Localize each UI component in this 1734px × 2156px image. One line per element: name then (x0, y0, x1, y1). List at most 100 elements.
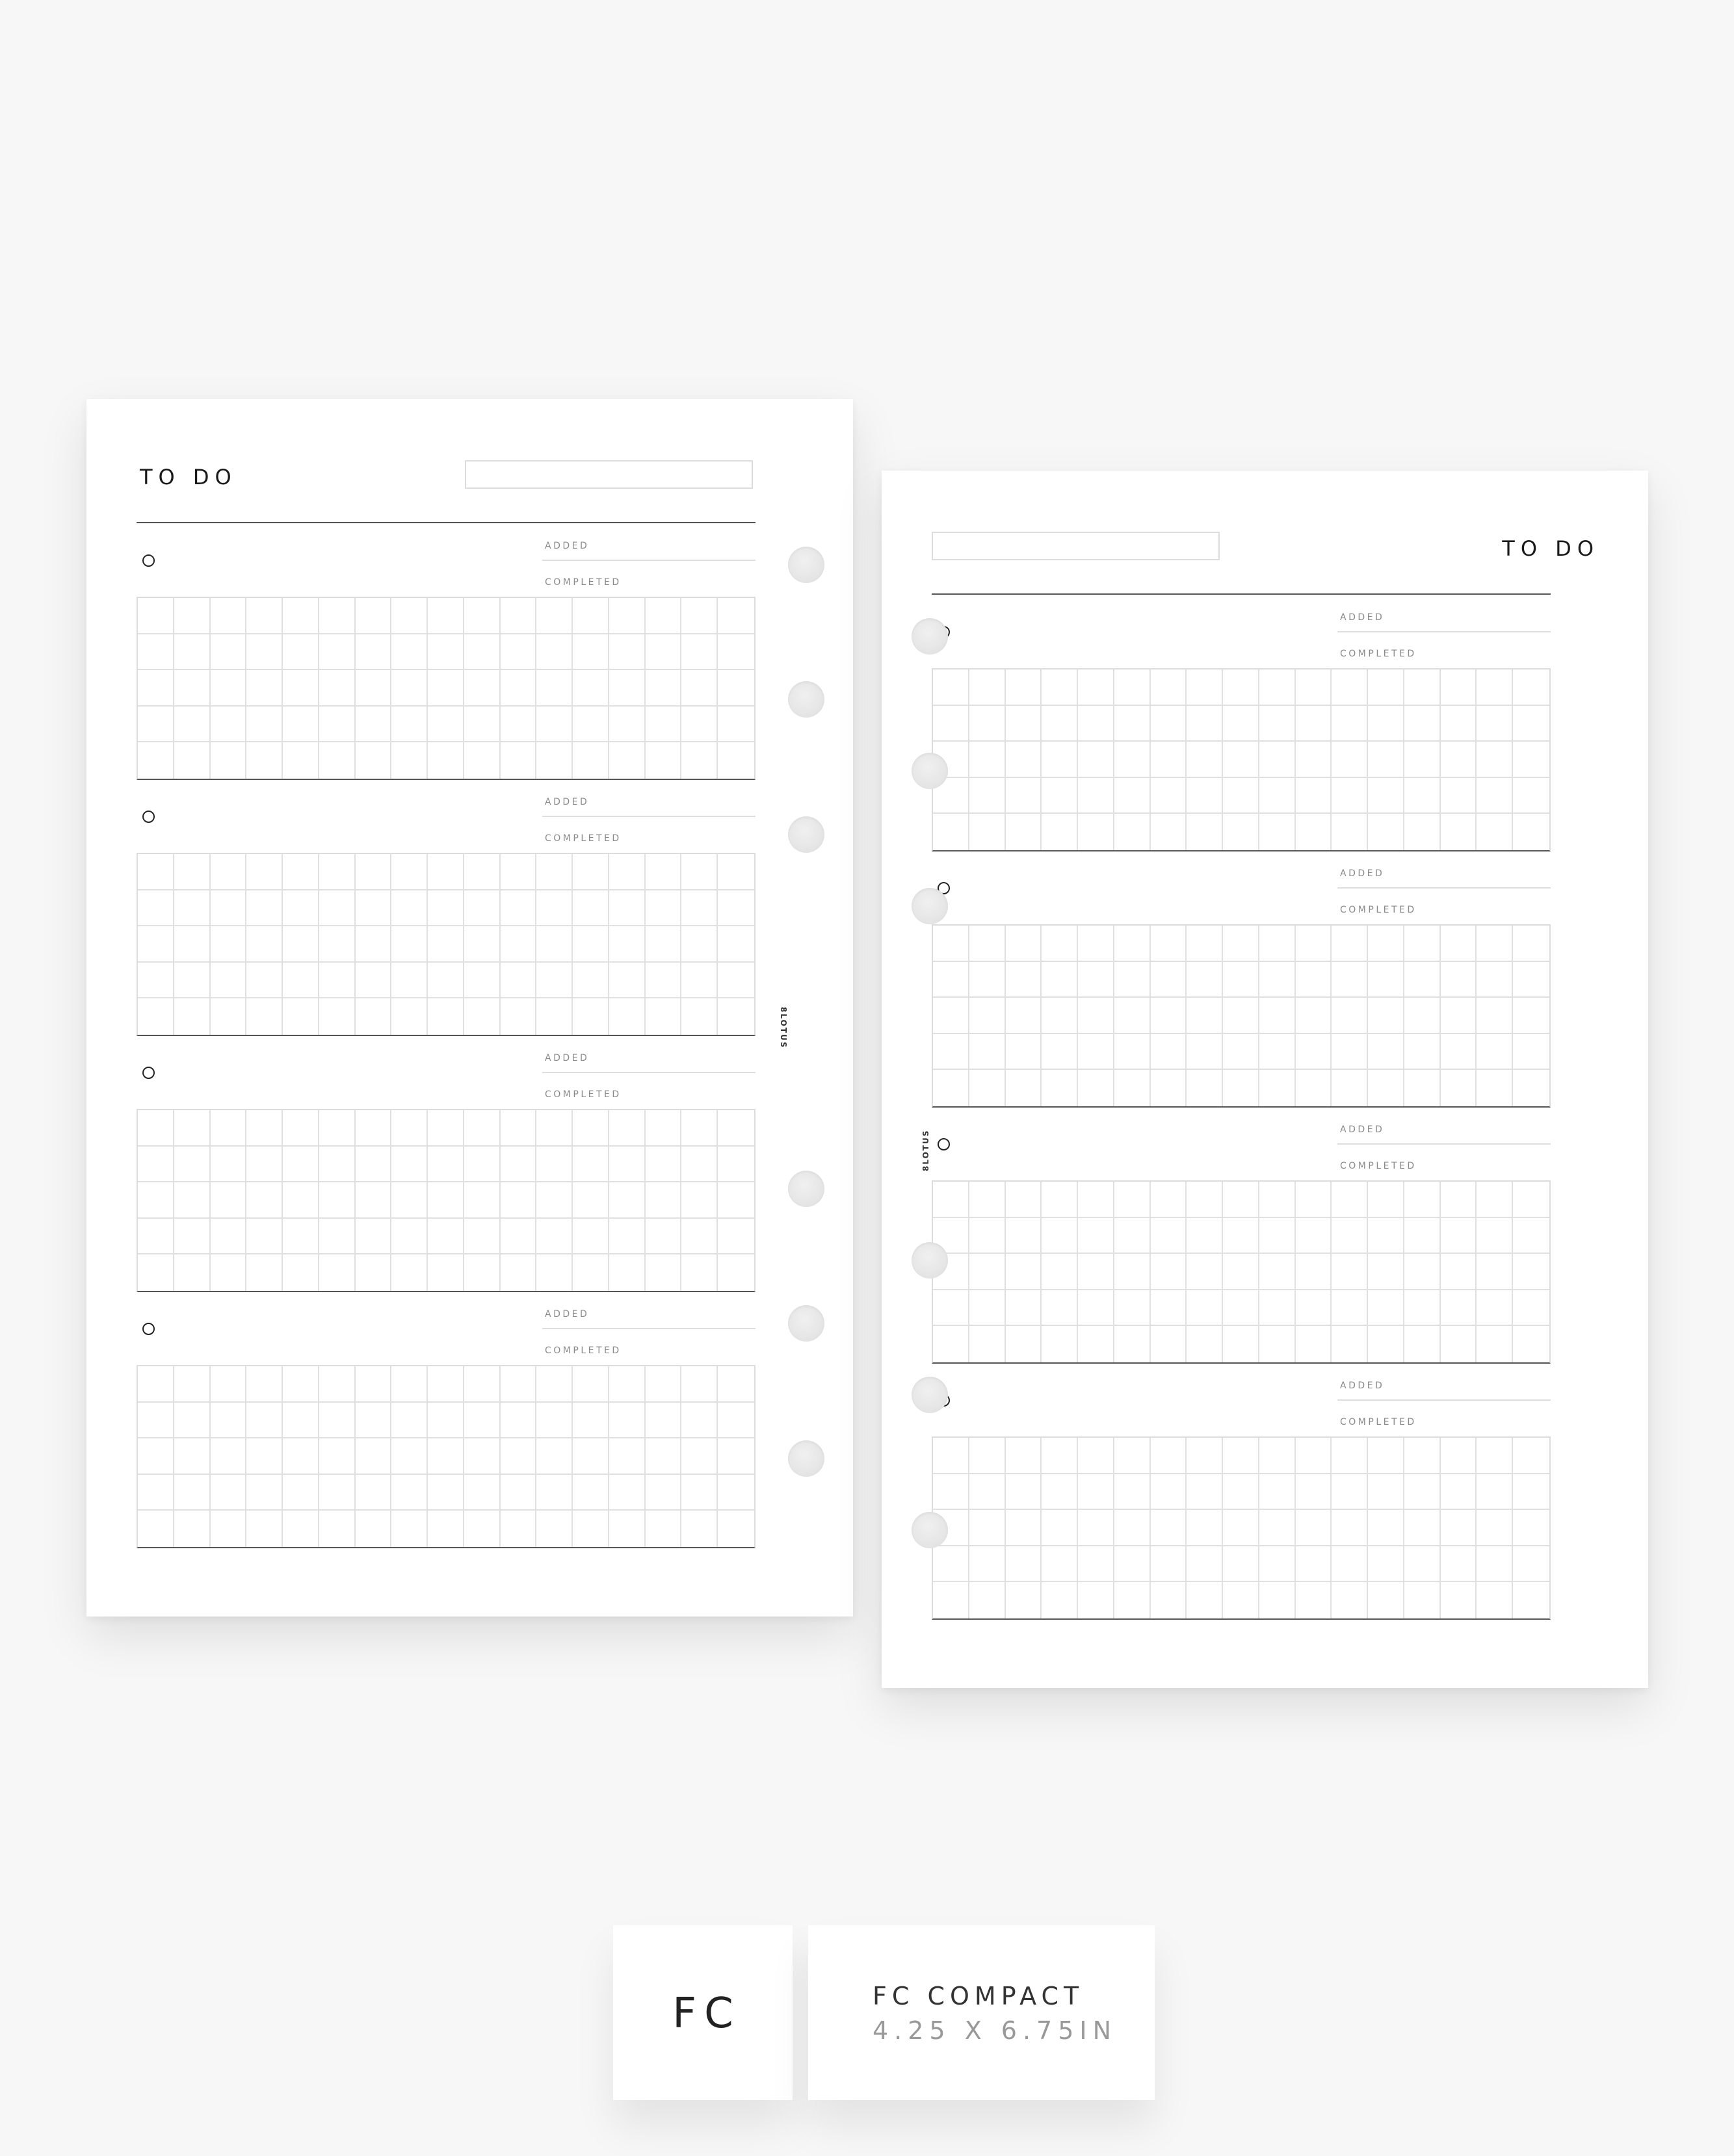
grid-cell (174, 670, 211, 707)
grid-cell (609, 1474, 646, 1511)
added-line[interactable] (542, 560, 755, 561)
grid-cell (283, 1146, 319, 1183)
notes-grid[interactable] (932, 1180, 1551, 1364)
added-line[interactable] (1337, 887, 1551, 889)
grid-cell (645, 706, 682, 743)
grid-cell (1477, 926, 1514, 962)
completed-label: COMPLETED (1340, 1161, 1417, 1171)
grid-cell (969, 742, 1006, 778)
grid-cell (391, 598, 428, 634)
grid-cell (1005, 1290, 1042, 1327)
grid-cell (718, 1219, 754, 1255)
grid-cell (718, 742, 754, 779)
grid-cell (609, 670, 646, 707)
grid-cell (246, 1366, 283, 1403)
grid-cell (246, 962, 283, 999)
grid-cell (718, 1438, 754, 1475)
grid-cell (609, 1146, 646, 1183)
grid-cell (1477, 1474, 1514, 1511)
grid-cell (1187, 1217, 1224, 1254)
grid-cell (283, 962, 319, 999)
grid-cell (1187, 1033, 1224, 1071)
grid-cell (138, 854, 174, 890)
planner-page-right: TO DO ADDED COMPLETED ADDED COMPLETED ADDED C… (882, 471, 1648, 1688)
grid-cell (681, 1182, 718, 1219)
completed-label: COMPLETED (545, 833, 622, 844)
grid-cell (1440, 777, 1477, 814)
notes-grid[interactable] (932, 668, 1551, 851)
task-checkbox[interactable] (142, 554, 155, 567)
grid-cell (391, 1182, 428, 1219)
grid-cell (609, 742, 646, 779)
grid-cell (1259, 1070, 1296, 1106)
grid-cell (1332, 961, 1369, 998)
grid-cell (1223, 961, 1259, 998)
task-checkbox[interactable] (142, 1067, 155, 1079)
notes-grid[interactable] (137, 597, 755, 780)
added-line[interactable] (1337, 1143, 1551, 1145)
grid-cell (1477, 705, 1514, 742)
grid-cell (283, 926, 319, 963)
grid-cell (1332, 777, 1369, 814)
added-line[interactable] (1337, 1399, 1551, 1401)
grid-cell (391, 1146, 428, 1183)
grid-cell (246, 1474, 283, 1511)
task-checkbox[interactable] (938, 1138, 950, 1150)
grid-cell (138, 1366, 174, 1403)
notes-grid[interactable] (137, 1365, 755, 1548)
grid-cell (428, 1366, 464, 1403)
grid-cell (246, 998, 283, 1035)
grid-cell (573, 1511, 609, 1547)
added-line[interactable] (1337, 631, 1551, 632)
notes-grid[interactable] (932, 924, 1551, 1108)
added-line[interactable] (542, 1328, 755, 1329)
grid-cell (1368, 1254, 1404, 1290)
notes-grid[interactable] (137, 853, 755, 1036)
grid-cell (319, 1110, 356, 1147)
grid-cell (969, 961, 1006, 998)
grid-cell (1368, 961, 1404, 998)
grid-cell (1513, 1218, 1549, 1254)
grid-cell (138, 1254, 174, 1291)
added-line[interactable] (542, 1072, 755, 1073)
grid-cell (1440, 1182, 1477, 1218)
grid-cell (1187, 777, 1224, 814)
grid-cell (681, 634, 718, 671)
task-checkbox[interactable] (142, 811, 155, 823)
grid-cell (1150, 1510, 1187, 1546)
date-box[interactable] (465, 460, 753, 489)
grid-cell (428, 670, 464, 707)
grid-cell (1078, 814, 1114, 850)
grid-cell (1114, 1326, 1151, 1362)
grid-cell (500, 1182, 537, 1219)
grid-cell (573, 854, 609, 890)
added-line[interactable] (542, 816, 755, 817)
notes-grid[interactable] (932, 1436, 1551, 1620)
grid-cell (645, 854, 682, 890)
grid-cell (1295, 998, 1332, 1034)
grid-cell (1114, 1254, 1151, 1290)
grid-cell (1150, 961, 1187, 998)
grid-cell (609, 598, 646, 634)
grid-cell (210, 890, 247, 927)
notes-grid[interactable] (137, 1109, 755, 1292)
grid-cell (933, 1182, 969, 1218)
grid-cell (1187, 1290, 1224, 1327)
task-section: ADDED COMPLETED (137, 529, 755, 785)
grid-cell (428, 1218, 464, 1255)
task-checkbox[interactable] (142, 1323, 155, 1335)
grid-cell (464, 598, 501, 634)
ring-hole (788, 1171, 824, 1207)
grid-cell (1042, 777, 1079, 814)
size-description-card: FC COMPACT 4.25 X 6.75IN (808, 1925, 1155, 2100)
date-box[interactable] (932, 532, 1220, 560)
grid-cell (536, 1146, 573, 1183)
grid-cell (356, 998, 392, 1035)
grid-cell (1477, 1438, 1514, 1474)
grid-cell (718, 1475, 754, 1511)
grid-cell (1187, 814, 1224, 850)
grid-cell (1150, 1254, 1187, 1290)
grid-cell (1078, 998, 1114, 1034)
grid-cell (428, 1254, 464, 1291)
grid-cell (1187, 998, 1224, 1034)
